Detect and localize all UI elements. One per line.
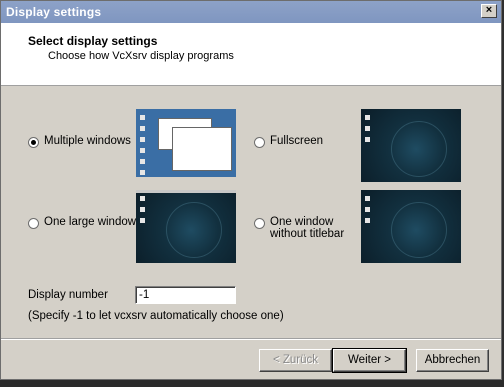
fullscreen-radio[interactable]: Fullscreen [254,135,323,148]
radio-selected-icon[interactable] [28,137,39,148]
title-bar[interactable]: Display settings × [1,1,501,23]
display-settings-dialog: Display settings × Select display settin… [0,0,502,380]
display-number-input[interactable]: -1 [135,286,236,304]
radio-unselected-icon[interactable] [254,218,265,229]
desktop-swirl [391,121,447,177]
desktop-swirl [166,202,222,258]
multiple-windows-preview [136,109,236,182]
one-large-window-preview [136,190,236,263]
fullscreen-label: Fullscreen [270,135,324,147]
desktop-icons [140,196,146,229]
no-titlebar-label-line2: without titlebar [270,228,345,240]
desktop-icons [140,115,146,181]
close-button[interactable]: × [481,4,497,18]
display-number-hint: (Specify -1 to let vcxsrv automatically … [28,310,284,322]
no-titlebar-preview [361,190,461,263]
desktop-icons [365,196,371,229]
radio-unselected-icon[interactable] [254,137,265,148]
multiple-windows-label: Multiple windows [44,135,131,147]
multiple-windows-radio[interactable]: Multiple windows [28,135,131,148]
no-titlebar-label-line1: One window [270,216,334,228]
wizard-header: Select display settings Choose how VcXsr… [1,23,501,86]
no-titlebar-label: One window without titlebar [270,216,344,240]
desktop-background-strip [0,380,504,387]
page-subtitle: Choose how VcXsrv display programs [48,50,234,62]
page-title: Select display settings [28,34,158,48]
radio-unselected-icon[interactable] [28,218,39,229]
preview-taskbar [136,177,236,182]
preview-titlebar [136,190,236,193]
back-button[interactable]: < Zurück [259,349,332,372]
next-button[interactable]: Weiter > [332,348,407,373]
one-large-window-label: One large window [44,216,137,228]
cancel-button[interactable]: Abbrechen [416,349,489,372]
preview-window [172,127,232,171]
fullscreen-preview [361,109,461,182]
display-number-label: Display number [28,289,108,301]
window-title: Display settings [6,5,102,19]
desktop-icons [365,115,371,148]
one-window-no-titlebar-radio[interactable]: One window without titlebar [254,216,344,240]
footer-divider [1,338,501,340]
one-large-window-radio[interactable]: One large window [28,216,136,229]
desktop-swirl [391,202,447,258]
